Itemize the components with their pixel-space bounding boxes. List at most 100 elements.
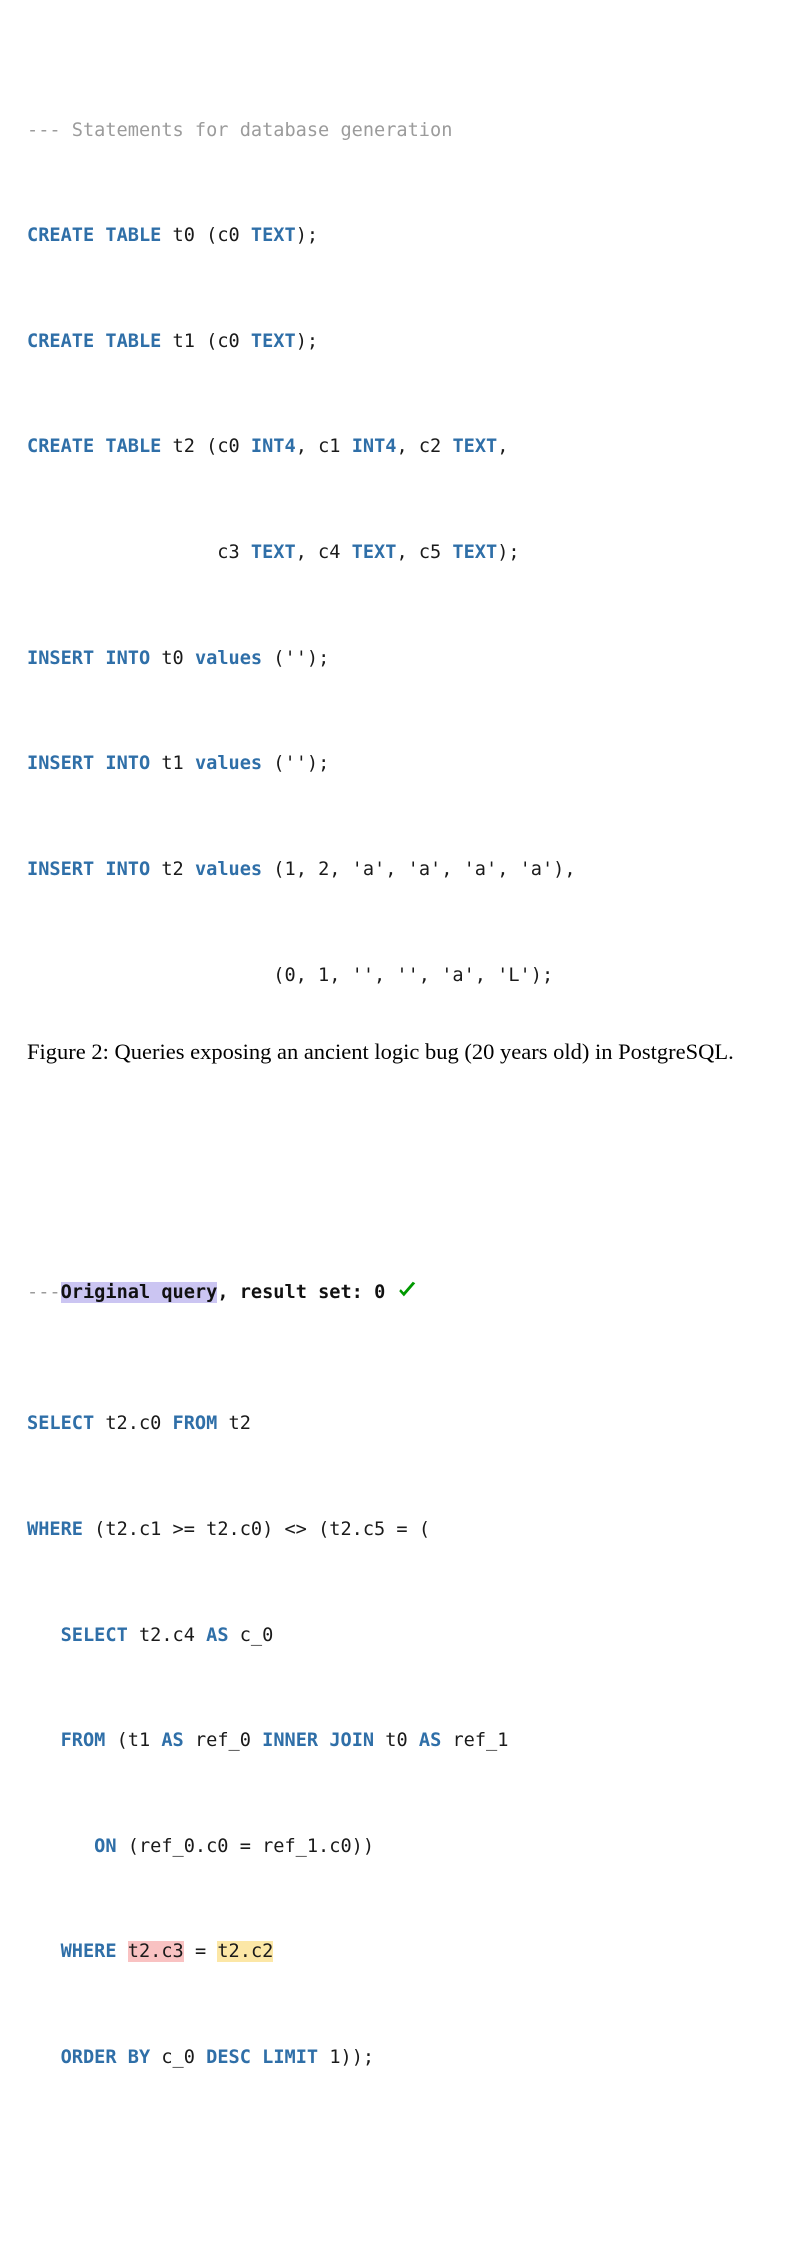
plain-ref1: ref_1 bbox=[441, 1730, 509, 1752]
plain-t1ref0: (t1 bbox=[105, 1730, 162, 1752]
kw-inner: INNER bbox=[262, 1730, 319, 1752]
plain-where-expr: (t2.c1 >= t2.c0) <> (t2.c5 = ( bbox=[82, 1518, 431, 1540]
kw-create: CREATE bbox=[27, 225, 95, 247]
kw-from: FROM bbox=[172, 1413, 218, 1435]
kw-where: WHERE bbox=[27, 1518, 83, 1540]
kw-join: JOIN bbox=[329, 1730, 375, 1752]
code-line-gap-3 bbox=[27, 2151, 767, 2177]
plain-t2c4: t2.c4 bbox=[127, 1624, 207, 1646]
kw-limit: LIMIT bbox=[262, 2047, 319, 2068]
original-dashes: --- bbox=[27, 1282, 61, 1304]
kw-into: INTO bbox=[105, 647, 151, 669]
kw-order: ORDER bbox=[60, 2047, 117, 2068]
orig-line-where: WHERE (t2.c1 >= t2.c0) <> (t2.c5 = ( bbox=[27, 1517, 767, 1543]
plain-eq: = bbox=[183, 1941, 218, 1963]
plain-t2ref: t2 bbox=[217, 1413, 251, 1435]
plain-t2-ins: t2 bbox=[150, 858, 195, 880]
orig-line-on: ON (ref_0.c0 = ref_1.c0)) bbox=[27, 1834, 767, 1860]
kw-values: values bbox=[194, 647, 263, 669]
code-line-gap-1 bbox=[27, 1068, 767, 1094]
orig-line-orderby: ORDER BY c_0 DESC LIMIT 1)); bbox=[27, 2045, 767, 2071]
code-line-create-t2a: CREATE TABLE t2 (c0 INT4, c1 INT4, c2 TE… bbox=[27, 434, 767, 460]
plain-comma: , bbox=[497, 436, 509, 458]
orig-line-from-join: FROM (t1 AS ref_0 INNER JOIN t0 AS ref_1 bbox=[27, 1728, 767, 1754]
plain-row2: (0, 1, '', '', 'a', 'L'); bbox=[27, 964, 554, 986]
plain-t2-c0: t2 (c0 bbox=[161, 436, 251, 458]
original-result-prefix: , result set: bbox=[217, 1282, 375, 1304]
kw-from: FROM bbox=[60, 1730, 106, 1752]
plain-t2-c2: , c2 bbox=[396, 436, 453, 458]
original-query-header: ---Original query, result set: 0 bbox=[27, 1279, 767, 1305]
plain-c0alias: c_0 bbox=[228, 1624, 274, 1646]
plain-t2-c1: , c1 bbox=[295, 436, 352, 458]
kw-on: ON bbox=[94, 1835, 117, 1857]
kw-by: BY bbox=[127, 2047, 151, 2068]
plain-t2c0: t2.c0 bbox=[94, 1413, 173, 1435]
kw-create: CREATE bbox=[27, 436, 95, 458]
kw-values: values bbox=[194, 858, 263, 880]
figure-page: --- Statements for database generation C… bbox=[0, 0, 792, 2068]
kw-text: TEXT bbox=[351, 542, 397, 564]
kw-table: TABLE bbox=[105, 330, 162, 352]
kw-table: TABLE bbox=[105, 436, 162, 458]
orig-line-subselect: SELECT t2.c4 AS c_0 bbox=[27, 1623, 767, 1649]
plain-ref0: ref_0 bbox=[183, 1730, 263, 1752]
kw-insert: INSERT bbox=[27, 753, 95, 775]
kw-text: TEXT bbox=[250, 225, 296, 247]
kw-text: TEXT bbox=[452, 436, 498, 458]
original-query-label: Original query bbox=[60, 1282, 218, 1304]
plain-on-expr: (ref_0.c0 = ref_1.c0)) bbox=[116, 1835, 375, 1857]
plain-t1-ins: t1 bbox=[150, 753, 195, 775]
check-icon bbox=[396, 1279, 418, 1301]
indent-3 bbox=[27, 1625, 61, 1646]
figure-caption: Figure 2: Queries exposing an ancient lo… bbox=[27, 1039, 734, 1064]
sql-code-block: --- Statements for database generation C… bbox=[27, 12, 767, 2264]
indent-3b bbox=[27, 1730, 61, 1751]
plain-t0-ins: t0 bbox=[150, 647, 195, 669]
plain-t0: t0 (c0 bbox=[161, 225, 251, 247]
kw-text: TEXT bbox=[250, 330, 296, 352]
original-result-value: 0 bbox=[374, 1282, 386, 1304]
kw-select: SELECT bbox=[27, 1413, 95, 1435]
kw-as: AS bbox=[418, 1730, 442, 1752]
plain-t1: t1 (c0 bbox=[161, 330, 251, 352]
kw-values: values bbox=[194, 753, 263, 775]
kw-text: TEXT bbox=[250, 542, 296, 564]
code-line-insert-t2a: INSERT INTO t2 values (1, 2, 'a', 'a', '… bbox=[27, 857, 767, 883]
kw-into: INTO bbox=[105, 858, 151, 880]
code-line-gap-4 bbox=[27, 2230, 767, 2256]
highlight-yellow-token: t2.c2 bbox=[217, 1941, 274, 1963]
code-line-setup-comment: --- Statements for database generation bbox=[27, 118, 767, 144]
highlight-pink-token: t2.c3 bbox=[127, 1941, 184, 1963]
plain-semi2: ); bbox=[295, 330, 319, 352]
plain-row1: (1, 2, 'a', 'a', 'a', 'a'), bbox=[262, 858, 576, 880]
kw-text: TEXT bbox=[452, 542, 498, 564]
plain-sp1 bbox=[117, 1941, 128, 1962]
kw-into: INTO bbox=[105, 753, 151, 775]
orig-line-inner-where: WHERE t2.c3 = t2.c2 bbox=[27, 1939, 767, 1965]
kw-int4: INT4 bbox=[250, 436, 296, 458]
kw-insert: INSERT bbox=[27, 647, 95, 669]
orig-line-select: SELECT t2.c0 FROM t2 bbox=[27, 1411, 767, 1437]
plain-c4: , c4 bbox=[295, 542, 352, 564]
plain-limit1: 1)); bbox=[318, 2047, 375, 2068]
indent-6 bbox=[27, 1836, 94, 1857]
kw-create: CREATE bbox=[27, 330, 95, 352]
kw-where: WHERE bbox=[60, 1941, 117, 1963]
plain-t0ref: t0 bbox=[374, 1730, 419, 1752]
kw-select: SELECT bbox=[60, 1624, 128, 1646]
code-line-insert-t0: INSERT INTO t0 values (''); bbox=[27, 646, 767, 672]
plain-semi1: ); bbox=[295, 225, 319, 247]
code-line-gap-2 bbox=[27, 1147, 767, 1173]
indent-3d bbox=[27, 2047, 61, 2068]
code-line-insert-t1: INSERT INTO t1 values (''); bbox=[27, 751, 767, 777]
code-line-create-t1: CREATE TABLE t1 (c0 TEXT); bbox=[27, 329, 767, 355]
plain-empty1: (''); bbox=[262, 647, 330, 669]
kw-int4: INT4 bbox=[351, 436, 397, 458]
kw-insert: INSERT bbox=[27, 858, 95, 880]
plain-empty2: (''); bbox=[262, 753, 330, 775]
indent-3c bbox=[27, 1941, 61, 1962]
plain-semi3: ); bbox=[497, 542, 520, 564]
code-line-create-t2b: c3 TEXT, c4 TEXT, c5 TEXT); bbox=[27, 540, 767, 566]
plain-indent-c3: c3 bbox=[27, 542, 251, 564]
